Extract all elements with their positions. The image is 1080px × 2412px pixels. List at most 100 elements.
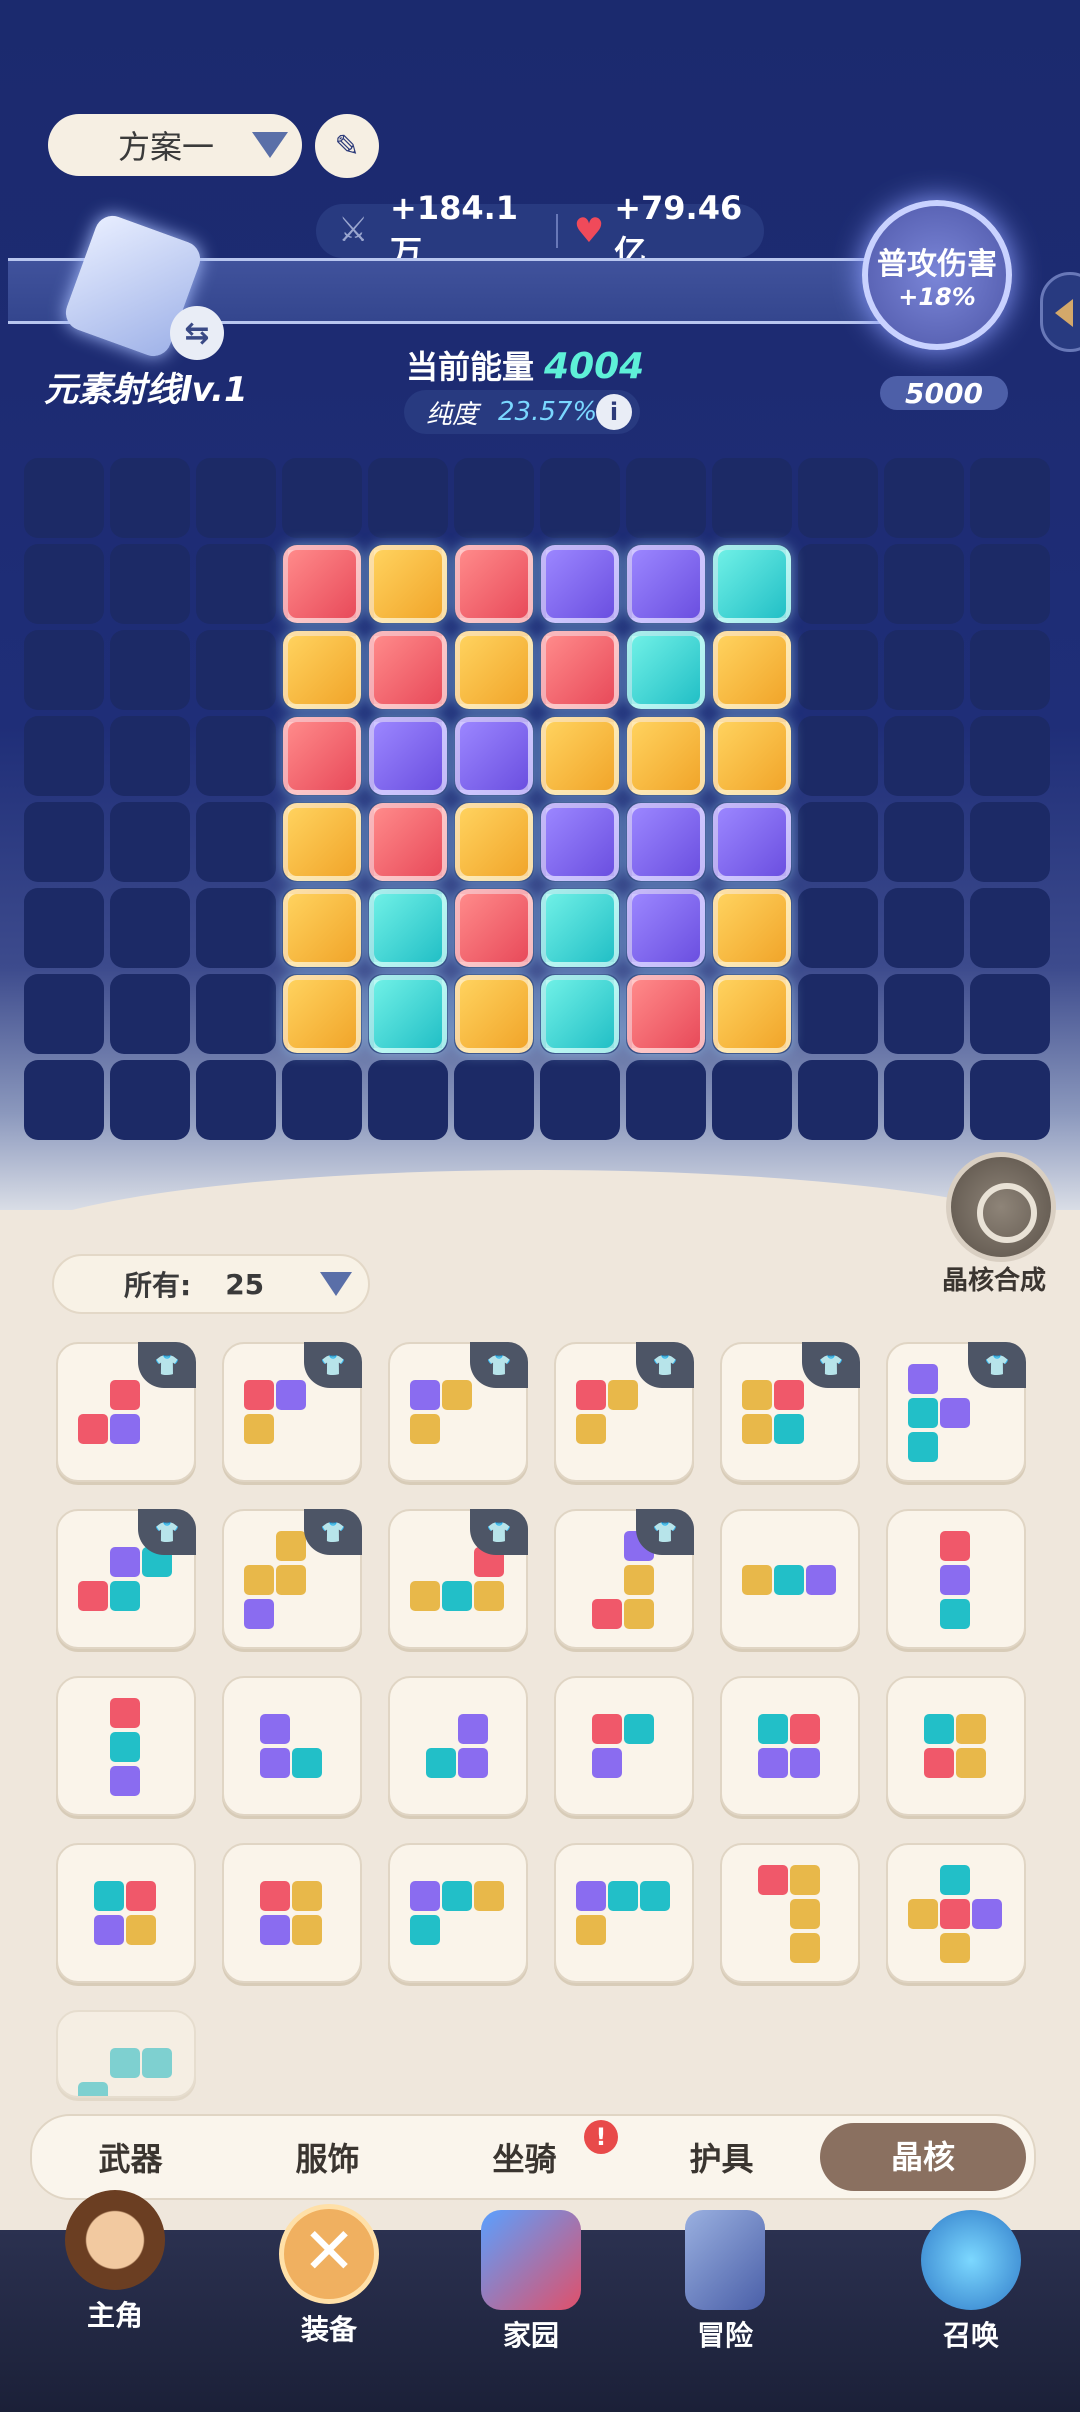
piece-card[interactable]: 👕 bbox=[388, 1342, 528, 1482]
swap-icon[interactable]: ⇆ bbox=[170, 306, 224, 360]
board-cell[interactable] bbox=[884, 802, 964, 882]
board-cell[interactable] bbox=[196, 630, 276, 710]
piece-card[interactable] bbox=[554, 1676, 694, 1816]
board-cell[interactable] bbox=[110, 716, 190, 796]
board-cell[interactable] bbox=[196, 802, 276, 882]
board-cell[interactable] bbox=[970, 716, 1050, 796]
board-cell[interactable] bbox=[282, 1060, 362, 1140]
crystal-gem[interactable] bbox=[369, 803, 447, 881]
tab-weapon[interactable]: 武器 bbox=[32, 2134, 229, 2180]
board-cell[interactable] bbox=[798, 888, 878, 968]
board-cell[interactable] bbox=[454, 1060, 534, 1140]
nav-equipment[interactable]: ✕ 装备 bbox=[254, 2204, 404, 2348]
crystal-gem[interactable] bbox=[369, 545, 447, 623]
crystal-gem[interactable] bbox=[541, 975, 619, 1053]
crystal-gem[interactable] bbox=[369, 889, 447, 967]
piece-card[interactable] bbox=[720, 1843, 860, 1983]
board-cell[interactable] bbox=[798, 802, 878, 882]
piece-card[interactable] bbox=[720, 1676, 860, 1816]
piece-card[interactable] bbox=[886, 1509, 1026, 1649]
board-cell[interactable] bbox=[970, 630, 1050, 710]
piece-card[interactable]: 👕 bbox=[720, 1342, 860, 1482]
crystal-gem[interactable] bbox=[541, 803, 619, 881]
board-cell[interactable] bbox=[626, 458, 706, 538]
crystal-gem[interactable] bbox=[541, 717, 619, 795]
board-cell[interactable] bbox=[626, 1060, 706, 1140]
piece-card[interactable] bbox=[56, 1676, 196, 1816]
board-cell[interactable] bbox=[110, 630, 190, 710]
board-cell[interactable] bbox=[24, 458, 104, 538]
piece-card[interactable] bbox=[56, 2010, 196, 2098]
crystal-gem[interactable] bbox=[455, 545, 533, 623]
board-cell[interactable] bbox=[454, 458, 534, 538]
board-cell[interactable] bbox=[884, 630, 964, 710]
board-cell[interactable] bbox=[24, 888, 104, 968]
piece-card[interactable] bbox=[388, 1843, 528, 1983]
board-cell[interactable] bbox=[282, 458, 362, 538]
board-cell[interactable] bbox=[24, 630, 104, 710]
crystal-gem[interactable] bbox=[713, 975, 791, 1053]
crystal-gem[interactable] bbox=[455, 631, 533, 709]
tab-armor[interactable]: 护具 bbox=[623, 2134, 820, 2180]
board-cell[interactable] bbox=[368, 458, 448, 538]
crystal-gem[interactable] bbox=[713, 545, 791, 623]
piece-card[interactable]: 👕 bbox=[222, 1509, 362, 1649]
crystal-gem[interactable] bbox=[369, 717, 447, 795]
board-cell[interactable] bbox=[798, 544, 878, 624]
board-cell[interactable] bbox=[712, 1060, 792, 1140]
crystal-gem[interactable] bbox=[713, 889, 791, 967]
side-arrow-button[interactable] bbox=[1040, 272, 1080, 352]
edit-button[interactable]: ✎ bbox=[315, 114, 379, 178]
board-cell[interactable] bbox=[196, 1060, 276, 1140]
piece-card[interactable] bbox=[720, 1509, 860, 1649]
board-cell[interactable] bbox=[884, 888, 964, 968]
board-cell[interactable] bbox=[798, 1060, 878, 1140]
board-cell[interactable] bbox=[970, 802, 1050, 882]
board-cell[interactable] bbox=[110, 458, 190, 538]
crystal-gem[interactable] bbox=[283, 631, 361, 709]
nav-summon[interactable]: 召唤 bbox=[896, 2210, 1046, 2354]
info-icon[interactable]: i bbox=[596, 394, 632, 430]
board-cell[interactable] bbox=[368, 1060, 448, 1140]
tab-outfit[interactable]: 服饰 bbox=[229, 2134, 426, 2180]
board-cell[interactable] bbox=[798, 974, 878, 1054]
board-cell[interactable] bbox=[110, 544, 190, 624]
board-cell[interactable] bbox=[798, 716, 878, 796]
piece-card[interactable] bbox=[222, 1843, 362, 1983]
board-cell[interactable] bbox=[884, 974, 964, 1054]
crystal-gem[interactable] bbox=[455, 889, 533, 967]
board-cell[interactable] bbox=[884, 716, 964, 796]
crystal-gem[interactable] bbox=[455, 803, 533, 881]
board-cell[interactable] bbox=[970, 888, 1050, 968]
crystal-gem[interactable] bbox=[713, 803, 791, 881]
piece-card[interactable]: 👕 bbox=[554, 1342, 694, 1482]
crystal-gem[interactable] bbox=[455, 975, 533, 1053]
crystal-gem[interactable] bbox=[283, 889, 361, 967]
board-cell[interactable] bbox=[884, 458, 964, 538]
crystal-gem[interactable] bbox=[369, 975, 447, 1053]
piece-card[interactable]: 👕 bbox=[56, 1509, 196, 1649]
board-cell[interactable] bbox=[196, 716, 276, 796]
board-cell[interactable] bbox=[24, 716, 104, 796]
piece-card[interactable]: 👕 bbox=[56, 1342, 196, 1482]
piece-card[interactable] bbox=[886, 1843, 1026, 1983]
piece-card[interactable] bbox=[388, 1676, 528, 1816]
nav-adventure[interactable]: 冒险 bbox=[650, 2210, 800, 2354]
board-cell[interactable] bbox=[196, 544, 276, 624]
nav-home[interactable]: 家园 bbox=[456, 2210, 606, 2354]
crystal-gem[interactable] bbox=[283, 975, 361, 1053]
board-cell[interactable] bbox=[970, 544, 1050, 624]
piece-card[interactable] bbox=[56, 1843, 196, 1983]
piece-card[interactable] bbox=[886, 1676, 1026, 1816]
crystal-gem[interactable] bbox=[627, 803, 705, 881]
tab-core[interactable]: 晶核 bbox=[820, 2123, 1026, 2191]
board-cell[interactable] bbox=[24, 1060, 104, 1140]
board-cell[interactable] bbox=[110, 888, 190, 968]
piece-card[interactable]: 👕 bbox=[886, 1342, 1026, 1482]
plan-dropdown[interactable]: 方案一 bbox=[48, 114, 302, 176]
board-cell[interactable] bbox=[110, 802, 190, 882]
crystal-gem[interactable] bbox=[627, 631, 705, 709]
piece-card[interactable] bbox=[222, 1676, 362, 1816]
board-cell[interactable] bbox=[24, 544, 104, 624]
crystal-gem[interactable] bbox=[713, 631, 791, 709]
